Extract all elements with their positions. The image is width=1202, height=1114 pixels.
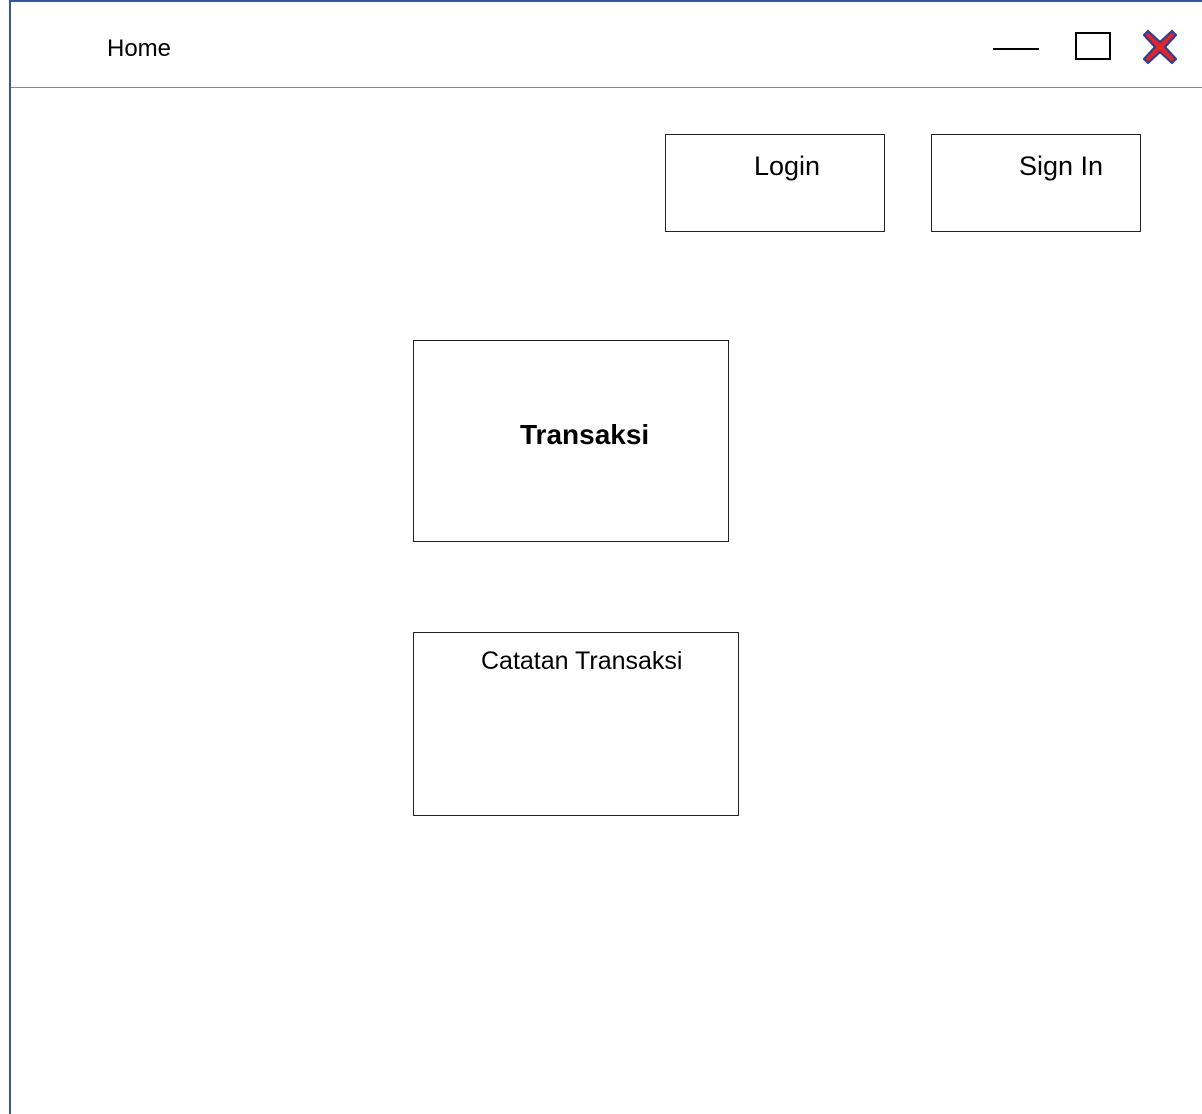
login-label: Login — [754, 151, 821, 181]
transaksi-button[interactable]: Transaksi — [413, 340, 729, 542]
maximize-button[interactable] — [1075, 32, 1111, 60]
login-button[interactable]: Login — [665, 134, 885, 232]
close-icon — [1142, 29, 1178, 65]
transaksi-label: Transaksi — [520, 419, 650, 450]
title-bar: Home — [11, 2, 1202, 88]
sign-in-button[interactable]: Sign In — [931, 134, 1141, 232]
catatan-transaksi-label: Catatan Transaksi — [481, 647, 683, 675]
window-title: Home — [107, 35, 172, 62]
catatan-transaksi-button[interactable]: Catatan Transaksi — [413, 632, 739, 816]
close-button[interactable] — [1141, 28, 1179, 66]
minimize-button[interactable] — [993, 32, 1039, 62]
maximize-icon — [1075, 32, 1111, 60]
sign-in-label: Sign In — [1019, 151, 1104, 181]
minimize-icon — [993, 48, 1039, 50]
app-window: Home Login Sign In Transaksi Catatan Tra… — [9, 0, 1202, 1114]
